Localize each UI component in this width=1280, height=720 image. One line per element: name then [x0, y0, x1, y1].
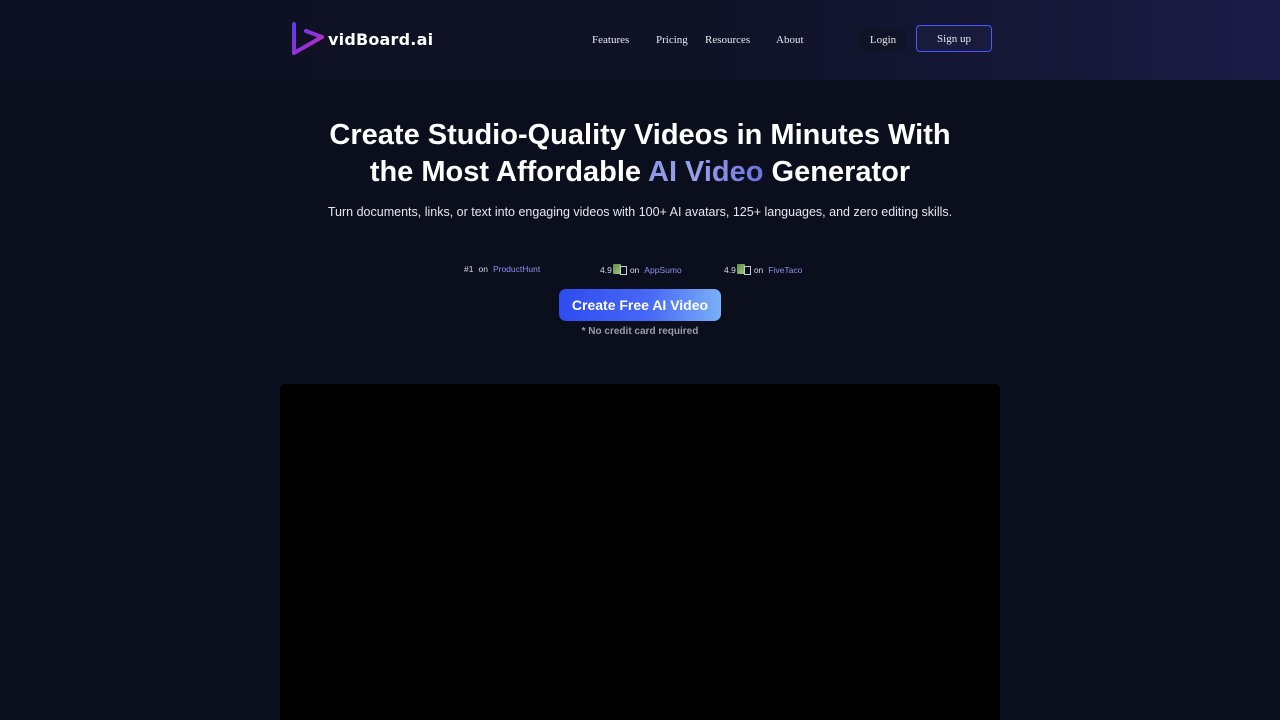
- brand-logo[interactable]: vidBoard.ai: [289, 20, 433, 58]
- badge-appsumo[interactable]: 4.9 on AppSumo: [600, 264, 682, 275]
- badge-platform: ProductHunt: [492, 264, 541, 274]
- hero-title-accent: AI Video: [648, 156, 764, 188]
- badge-producthunt[interactable]: #1 on ProductHunt: [464, 264, 540, 274]
- broken-image-icon: [736, 264, 751, 275]
- demo-video-player[interactable]: [280, 384, 1000, 720]
- play-logo-icon: [292, 22, 324, 55]
- nav-features[interactable]: Features: [592, 34, 629, 46]
- hero-title-line1: Create Studio-Quality Videos in Minutes …: [329, 119, 951, 151]
- top-navbar: vidBoard.ai Features Pricing Resources A…: [0, 0, 1280, 80]
- broken-image-icon: [612, 264, 627, 275]
- signup-button[interactable]: Sign up: [916, 25, 992, 52]
- badge-on: on: [478, 264, 488, 274]
- nav-about[interactable]: About: [776, 34, 804, 46]
- nav-pricing[interactable]: Pricing: [656, 34, 688, 46]
- badge-rank: #1: [464, 264, 474, 274]
- hero-title-line2-pre: the Most Affordable: [369, 156, 648, 188]
- create-free-video-button[interactable]: Create Free AI Video: [559, 289, 721, 321]
- hero-title-line2-post: Generator: [763, 156, 911, 188]
- login-button[interactable]: Login: [860, 28, 906, 52]
- badge-fivetaco[interactable]: 4.9 on FiveTaco: [724, 264, 802, 275]
- no-credit-card-note: * No credit card required: [581, 326, 699, 337]
- badge-rating: 4.9: [724, 264, 736, 275]
- brand-name: vidBoard.ai: [328, 29, 434, 49]
- badge-on: on: [753, 264, 764, 275]
- hero-subtitle: Turn documents, links, or text into enga…: [327, 205, 953, 219]
- badge-platform: FiveTaco: [768, 264, 803, 275]
- badge-on: on: [629, 264, 640, 275]
- nav-resources[interactable]: Resources: [705, 34, 750, 46]
- badge-platform: AppSumo: [644, 264, 682, 275]
- badge-rating: 4.9: [600, 264, 612, 275]
- hero-title: Create Studio-Quality Videos in Minutes …: [240, 117, 1040, 191]
